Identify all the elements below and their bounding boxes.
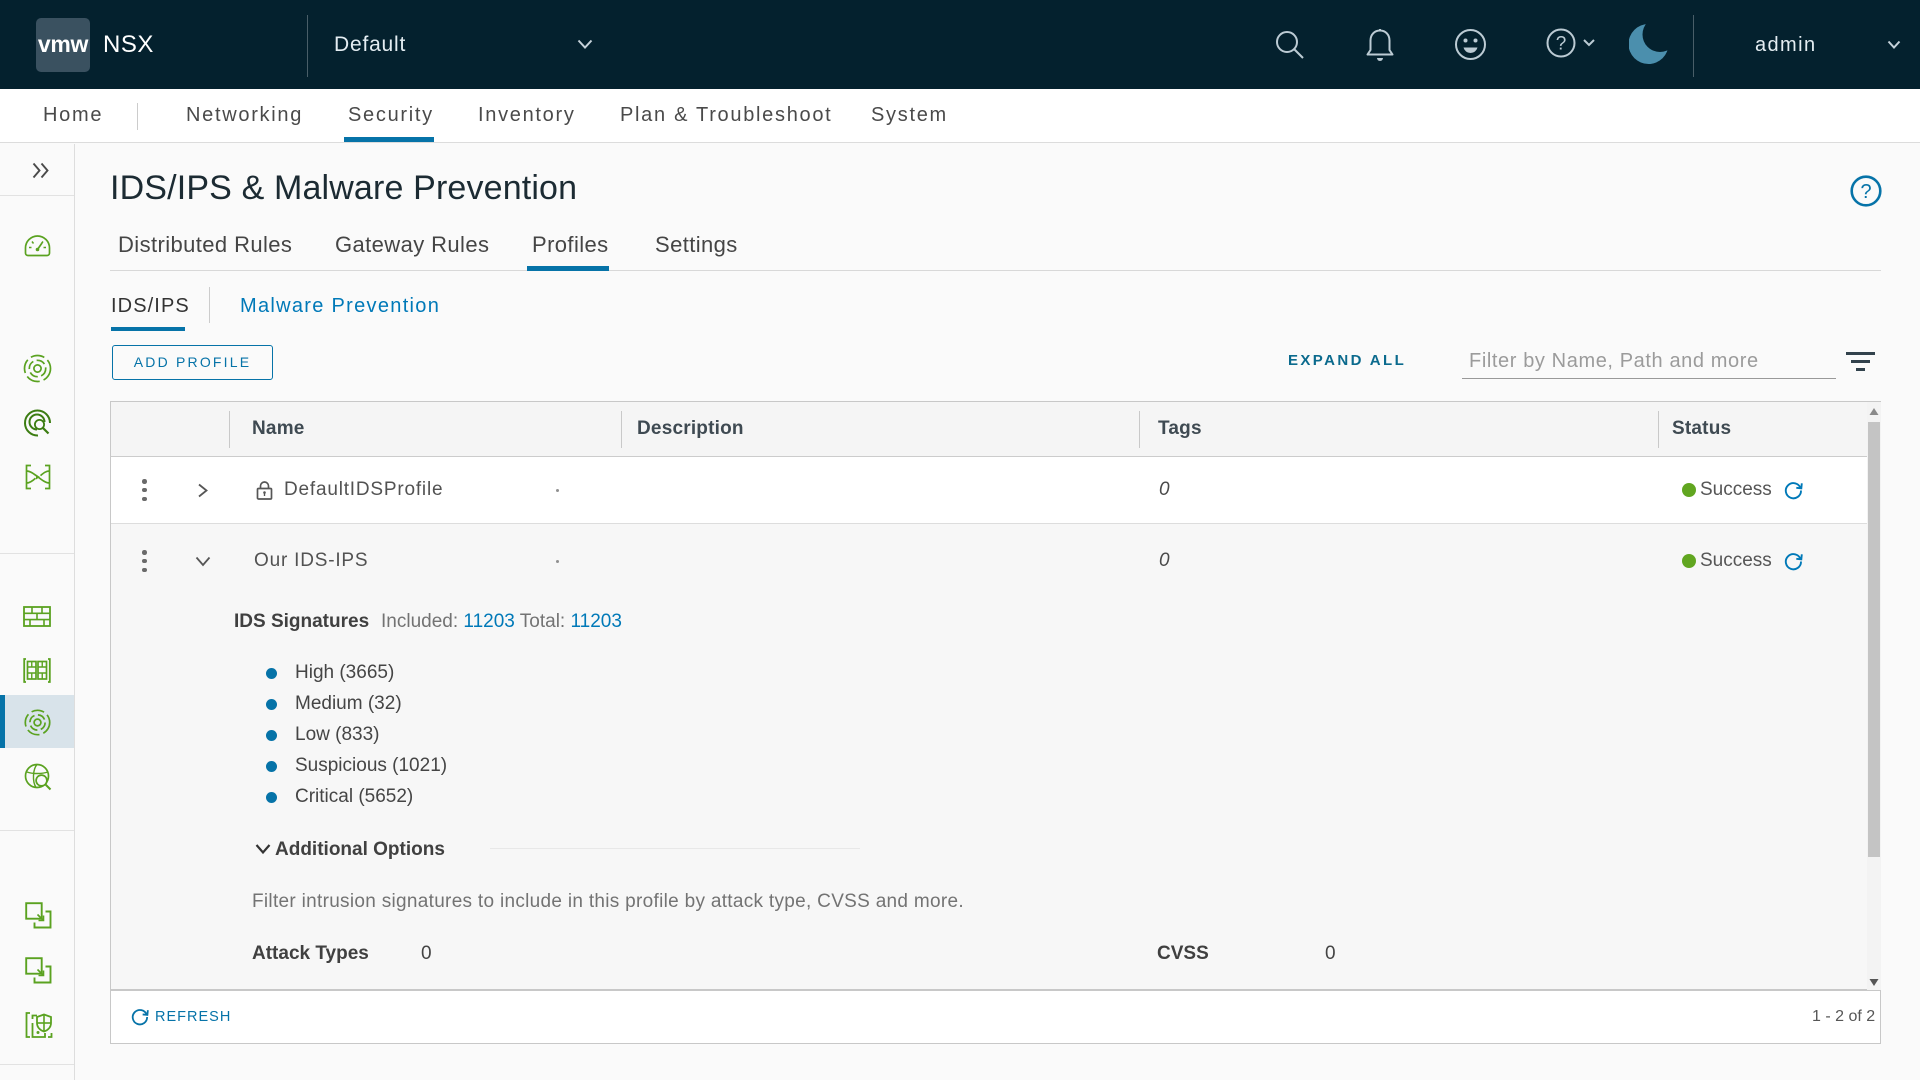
svg-text:?: ? [1860,181,1871,203]
svg-text:?: ? [1556,34,1567,55]
